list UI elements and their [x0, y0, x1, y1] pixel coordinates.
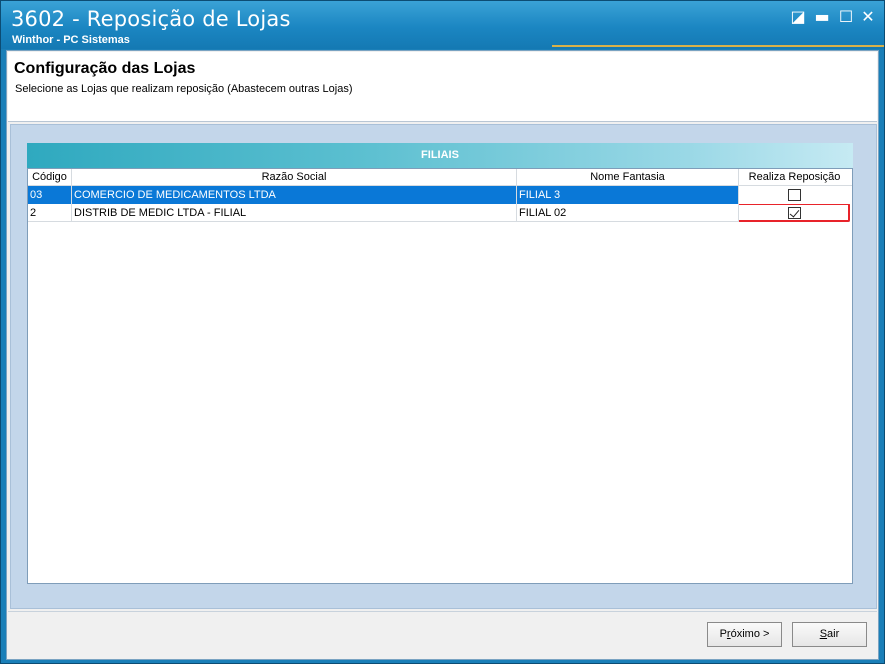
close-icon[interactable]: ✕ — [858, 7, 878, 27]
highlight-box — [739, 204, 850, 222]
minimize-icon[interactable]: ▬ — [812, 7, 832, 27]
restore-icon[interactable]: ◪ — [788, 7, 808, 27]
table-row[interactable]: 03 COMERCIO DE MEDICAMENTOS LTDA FILIAL … — [28, 186, 850, 204]
window-title: 3602 - Reposição de Lojas — [11, 7, 291, 31]
next-label-suffix: óximo > — [730, 628, 770, 640]
cell-nome-fantasia: FILIAL 02 — [517, 204, 739, 222]
title-accent-line — [552, 45, 884, 47]
filiais-panel: FILIAIS Código Razão Social Nome Fantasi… — [10, 124, 877, 609]
cell-realiza-reposicao — [739, 204, 850, 222]
exit-button[interactable]: Sair — [792, 622, 867, 647]
exit-label-suffix: air — [827, 628, 840, 640]
page-subtitle: Selecione as Lojas que realizam reposiçã… — [15, 83, 353, 95]
window-subtitle: Winthor - PC Sistemas — [12, 34, 130, 46]
page-header: Configuração das Lojas Selecione as Loja… — [8, 52, 877, 122]
footer-bar: Próximo > Sair — [8, 611, 877, 659]
column-header-razao-social[interactable]: Razão Social — [72, 169, 517, 186]
column-header-nome-fantasia[interactable]: Nome Fantasia — [517, 169, 739, 186]
page-title: Configuração das Lojas — [14, 60, 196, 77]
title-bar[interactable]: 3602 - Reposição de Lojas Winthor - PC S… — [1, 1, 884, 49]
cell-razao-social: COMERCIO DE MEDICAMENTOS LTDA — [72, 186, 517, 204]
exit-label-mnemonic: S — [819, 628, 828, 640]
grid-title: FILIAIS — [27, 143, 853, 168]
column-header-codigo[interactable]: Código — [28, 169, 72, 186]
app-window: 3602 - Reposição de Lojas Winthor - PC S… — [0, 0, 885, 664]
filiais-grid[interactable]: Código Razão Social Nome Fantasia Realiz… — [27, 168, 853, 584]
next-button[interactable]: Próximo > — [707, 622, 782, 647]
table-row[interactable]: 2 DISTRIB DE MEDIC LTDA - FILIAL FILIAL … — [28, 204, 850, 222]
maximize-icon[interactable]: ☐ — [836, 7, 856, 27]
next-label-prefix: P — [719, 628, 727, 640]
cell-nome-fantasia: FILIAL 3 — [517, 186, 739, 204]
realiza-reposicao-checkbox[interactable] — [788, 189, 801, 201]
column-header-realiza-reposicao[interactable]: Realiza Reposição — [739, 169, 850, 186]
cell-codigo: 2 — [28, 204, 72, 222]
cell-codigo: 03 — [28, 186, 72, 204]
cell-razao-social: DISTRIB DE MEDIC LTDA - FILIAL — [72, 204, 517, 222]
cell-realiza-reposicao — [739, 186, 850, 204]
main-content: Configuração das Lojas Selecione as Loja… — [6, 50, 879, 660]
grid-header: Código Razão Social Nome Fantasia Realiz… — [28, 169, 852, 186]
